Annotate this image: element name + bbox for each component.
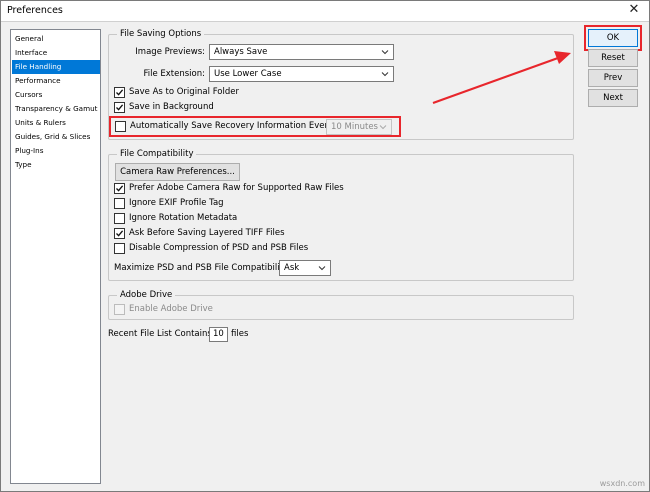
file-extension-value: Use Lower Case — [214, 69, 282, 79]
sidebar-item-type[interactable]: Type — [12, 158, 100, 172]
checkbox-box — [114, 243, 125, 254]
disable-compression-checkbox[interactable]: Disable Compression of PSD and PSB Files — [114, 243, 414, 255]
ask-layered-tiff-label: Ask Before Saving Layered TIFF Files — [129, 228, 285, 238]
file-extension-label: File Extension: — [143, 69, 205, 79]
recent-file-count-input[interactable]: 10 — [209, 327, 228, 342]
enable-adobe-drive-label: Enable Adobe Drive — [129, 304, 213, 314]
group-title-file-saving: File Saving Options — [117, 29, 205, 40]
checkbox-box — [114, 304, 125, 315]
checkbox-box — [114, 198, 125, 209]
group-title-file-compatibility: File Compatibility — [117, 149, 197, 160]
maximize-compatibility-select[interactable]: Ask — [279, 260, 331, 276]
auto-save-interval-value: 10 Minutes — [331, 122, 378, 132]
ignore-rotation-label: Ignore Rotation Metadata — [129, 213, 238, 223]
title-bar: Preferences ✕ — [1, 1, 649, 22]
chevron-down-icon — [318, 264, 326, 272]
image-previews-value: Always Save — [214, 47, 268, 57]
sidebar-item-file-handling[interactable]: File Handling — [12, 60, 100, 74]
ignore-rotation-checkbox[interactable]: Ignore Rotation Metadata — [114, 213, 364, 225]
file-extension-select[interactable]: Use Lower Case — [209, 66, 394, 82]
image-previews-label: Image Previews: — [135, 47, 205, 57]
sidebar-item-interface[interactable]: Interface — [12, 46, 100, 60]
prefer-camera-raw-checkbox[interactable]: Prefer Adobe Camera Raw for Supported Ra… — [114, 183, 444, 195]
chevron-down-icon — [379, 123, 387, 131]
save-as-original-folder-label: Save As to Original Folder — [129, 87, 239, 97]
sidebar-item-transparency-gamut[interactable]: Transparency & Gamut — [12, 102, 100, 116]
enable-adobe-drive-checkbox[interactable]: Enable Adobe Drive — [114, 304, 314, 316]
sidebar-item-cursors[interactable]: Cursors — [12, 88, 100, 102]
chevron-down-icon — [381, 48, 389, 56]
checkbox-box — [114, 102, 125, 113]
chevron-down-icon — [381, 70, 389, 78]
prefer-camera-raw-label: Prefer Adobe Camera Raw for Supported Ra… — [129, 183, 344, 193]
maximize-compatibility-value: Ask — [284, 263, 300, 273]
ask-layered-tiff-checkbox[interactable]: Ask Before Saving Layered TIFF Files — [114, 228, 394, 240]
sidebar-item-performance[interactable]: Performance — [12, 74, 100, 88]
prev-button[interactable]: Prev — [588, 69, 638, 87]
auto-save-recovery-checkbox[interactable]: Automatically Save Recovery Information … — [115, 121, 335, 133]
checkbox-box — [114, 213, 125, 224]
category-list: General Interface File Handling Performa… — [10, 29, 101, 484]
auto-save-interval-select[interactable]: 10 Minutes — [326, 119, 392, 135]
preferences-dialog: Preferences ✕ General Interface File Han… — [0, 0, 650, 492]
disable-compression-label: Disable Compression of PSD and PSB Files — [129, 243, 309, 253]
ignore-exif-checkbox[interactable]: Ignore EXIF Profile Tag — [114, 198, 364, 210]
group-title-adobe-drive: Adobe Drive — [117, 290, 176, 301]
maximize-compatibility-label: Maximize PSD and PSB File Compatibility: — [114, 263, 291, 273]
image-previews-select[interactable]: Always Save — [209, 44, 394, 60]
sidebar-item-general[interactable]: General — [12, 32, 100, 46]
window-title: Preferences — [7, 5, 63, 16]
next-button[interactable]: Next — [588, 89, 638, 107]
auto-save-recovery-label: Automatically Save Recovery Information … — [130, 121, 336, 131]
watermark: wsxdn.com — [599, 479, 645, 488]
sidebar-item-guides-grid-slices[interactable]: Guides, Grid & Slices — [12, 130, 100, 144]
save-in-background-checkbox[interactable]: Save in Background — [114, 102, 364, 114]
checkbox-box — [114, 87, 125, 98]
ok-button[interactable]: OK — [588, 29, 638, 47]
close-icon[interactable]: ✕ — [627, 3, 641, 17]
reset-button[interactable]: Reset — [588, 49, 638, 67]
recent-file-list-label: Recent File List Contains: — [108, 329, 215, 339]
ignore-exif-label: Ignore EXIF Profile Tag — [129, 198, 224, 208]
sidebar-item-units-rulers[interactable]: Units & Rulers — [12, 116, 100, 130]
recent-file-suffix: files — [231, 329, 249, 339]
checkbox-box — [115, 121, 126, 132]
camera-raw-preferences-button[interactable]: Camera Raw Preferences... — [115, 163, 240, 181]
checkbox-box — [114, 228, 125, 239]
checkbox-box — [114, 183, 125, 194]
save-in-background-label: Save in Background — [129, 102, 214, 112]
sidebar-item-plug-ins[interactable]: Plug-Ins — [12, 144, 100, 158]
save-as-original-folder-checkbox[interactable]: Save As to Original Folder — [114, 87, 364, 99]
